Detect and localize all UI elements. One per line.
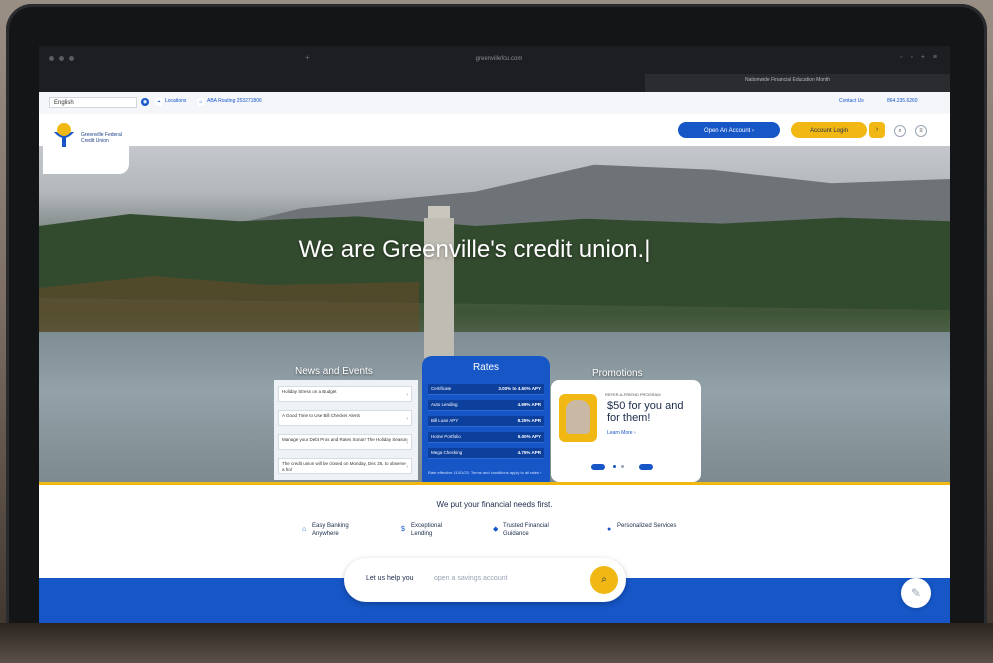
person-icon: ● xyxy=(607,526,612,533)
promotion-title: $50 for you and for them! xyxy=(607,400,684,424)
menu-icon[interactable]: ≡ xyxy=(915,125,927,137)
rate-row[interactable]: Mega Checking 4.75% APR xyxy=(428,448,544,459)
tagline: We put your financial needs first. xyxy=(436,500,553,509)
bank-icon: ⌂ xyxy=(197,98,205,106)
notification-text: Nationwide Financial Education Month xyxy=(745,77,831,83)
chevron-right-icon: › xyxy=(406,416,408,422)
laptop-base xyxy=(0,623,993,663)
login-chevron-icon[interactable]: › xyxy=(869,122,885,138)
news-heading: News and Events xyxy=(295,366,373,377)
close-dot[interactable] xyxy=(49,56,54,61)
promotion-card[interactable]: REFER-A-FRIEND PROGRAM $50 for you and f… xyxy=(551,380,701,482)
news-item[interactable]: Manage your Debt Pros and Rates Sonar! T… xyxy=(278,434,412,450)
rate-row[interactable]: Auto Lending 4.99% APR xyxy=(428,400,544,411)
help-input[interactable]: open a savings account xyxy=(434,575,508,582)
help-label: Let us help you xyxy=(366,575,414,582)
section-divider xyxy=(39,482,950,485)
carousel-dot[interactable] xyxy=(621,465,624,468)
feature-guidance: ◆ Trusted Financial Guidance xyxy=(493,523,549,537)
hero-title: We are Greenville's credit union.| xyxy=(298,236,651,263)
locations-link[interactable]: Locations xyxy=(165,98,186,104)
browser-chrome: + greenvillefcu.com ◦ ◦ + ≡ Nationwide F… xyxy=(39,46,950,92)
carousel-dot[interactable] xyxy=(613,465,616,468)
rates-title: Rates xyxy=(472,362,500,373)
learn-more-link[interactable]: Learn More › xyxy=(607,430,636,436)
news-item[interactable]: The credit union will be closed on Monda… xyxy=(278,458,412,474)
promotion-portrait xyxy=(566,400,590,434)
minimize-dot[interactable] xyxy=(59,56,64,61)
chevron-right-icon: › xyxy=(406,440,408,446)
site-logo[interactable]: Greenville Federal Credit Union xyxy=(43,114,129,174)
search-icon[interactable]: ⌕ xyxy=(590,566,618,594)
open-account-button[interactable]: Open An Account › xyxy=(678,122,780,138)
chat-icon[interactable]: ✎ xyxy=(901,578,931,608)
location-icon: ⌖ xyxy=(155,98,163,106)
news-item[interactable]: Holiday Stress on a Budget › xyxy=(278,386,412,402)
rate-row[interactable]: Home Portfolio 6.00% APY xyxy=(428,432,544,443)
contact-link[interactable]: Contact Us xyxy=(839,98,864,104)
globe-icon[interactable]: ◉ xyxy=(141,98,149,106)
address-bar[interactable]: greenvillefcu.com xyxy=(419,55,579,63)
language-select[interactable]: English xyxy=(49,97,137,108)
dollar-icon: $ xyxy=(401,526,405,533)
feature-lending: $ Exceptional Lending xyxy=(401,523,443,537)
carousel-next-button[interactable] xyxy=(639,464,653,470)
browser-menu[interactable]: ◦ ◦ + ≡ xyxy=(900,54,940,61)
feature-easy-banking: ⌂ Easy Banking Anywhere xyxy=(302,523,349,537)
maximize-dot[interactable] xyxy=(69,56,74,61)
shield-icon: ◆ xyxy=(493,526,499,533)
new-tab-icon[interactable]: + xyxy=(305,53,310,62)
phone-link[interactable]: 864.235.6260 xyxy=(887,98,918,104)
logo-icon xyxy=(54,123,74,147)
routing-number: ABA Routing 253271806 xyxy=(207,98,262,104)
bank-icon: ⌂ xyxy=(302,526,307,533)
hero-foliage xyxy=(39,276,419,336)
news-item[interactable]: A Good Time to Use Bill Checker Alerts › xyxy=(278,410,412,426)
account-login-button[interactable]: Account Login xyxy=(791,122,867,138)
help-search[interactable]: Let us help you open a savings account ⌕ xyxy=(344,558,626,602)
chevron-right-icon: › xyxy=(406,392,408,398)
carousel-prev-button[interactable] xyxy=(591,464,605,470)
rate-row[interactable]: Bill Loan APY 8.25% APR xyxy=(428,416,544,427)
feature-personalized: ● Personalized Services xyxy=(607,523,677,533)
browser-screen: + greenvillefcu.com ◦ ◦ + ≡ Nationwide F… xyxy=(39,46,950,623)
utility-bar: English ◉ ⌖ Locations ⌂ ABA Routing 2532… xyxy=(39,92,950,115)
search-icon[interactable]: ⌕ xyxy=(894,125,906,137)
promotion-kicker: REFER-A-FRIEND PROGRAM xyxy=(605,392,661,397)
chevron-right-icon: › xyxy=(406,464,408,470)
news-card: Holiday Stress on a Budget › A Good Time … xyxy=(274,380,418,480)
window-controls[interactable] xyxy=(49,56,74,61)
rate-row[interactable]: Certificate 3.00% to 4.50% APY xyxy=(428,384,544,395)
rates-disclaimer[interactable]: Rate effective 11/01/23. Terms and condi… xyxy=(428,470,544,475)
logo-text: Greenville Federal Credit Union xyxy=(81,132,122,144)
promotions-heading: Promotions xyxy=(592,368,643,379)
rates-card: Rates Certificate 3.00% to 4.50% APY Auto… xyxy=(422,356,550,482)
